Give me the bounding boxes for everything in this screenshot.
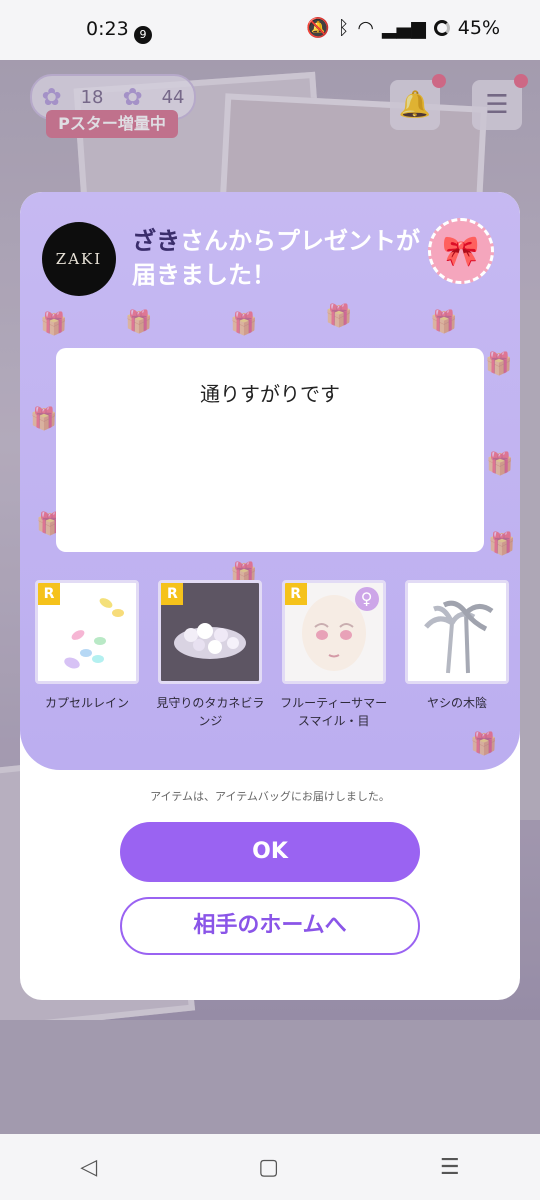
ribbon-bow-icon: 🎀 [428, 218, 494, 284]
gift-item[interactable]: ヤシの木陰 [402, 580, 512, 730]
system-navigation-bar: ◁ ▢ ☰ [0, 1134, 540, 1200]
gift-icon: 🎁 [485, 352, 513, 377]
item-thumbnail[interactable]: R [35, 580, 139, 684]
dialog-title: ざきさんからプレゼントが届きました！ [132, 224, 432, 292]
item-name: 見守りのタカネビランジ [156, 696, 265, 728]
palm-tree-shade-image [407, 583, 506, 681]
visit-home-button[interactable]: 相手のホームへ [120, 897, 420, 955]
bluetooth-icon: ᛒ [337, 16, 350, 39]
gift-icon: 🎁 [40, 312, 68, 337]
gift-icon: 🎁 [430, 310, 458, 335]
wifi-icon: ◠ [357, 16, 374, 39]
recents-icon[interactable]: ☰ [440, 1155, 460, 1180]
item-thumbnail[interactable]: R [158, 580, 263, 684]
gift-item-list: R カプセルレイン R 見守りのタカネビランジ R ♀ フルーティーサマースマイ… [32, 580, 512, 730]
battery-level: 45% [457, 16, 500, 39]
rarity-badge: R [38, 583, 60, 605]
battery-icon [433, 19, 450, 36]
gift-icon: 🎁 [30, 407, 58, 432]
female-icon: ♀ [354, 587, 379, 611]
sender-avatar[interactable]: ZAKI [42, 222, 116, 296]
item-name: カプセルレイン [44, 696, 129, 710]
gift-icon: 🎁 [325, 304, 353, 329]
gift-item[interactable]: R 見守りのタカネビランジ [155, 580, 265, 730]
delivered-note: アイテムは、アイテムバッグにお届けしました。 [150, 790, 390, 803]
item-name: フルーティーサマースマイル・目 [280, 696, 388, 728]
back-icon[interactable]: ◁ [80, 1155, 97, 1180]
rarity-badge: R [161, 583, 184, 605]
item-thumbnail[interactable] [404, 580, 509, 684]
gift-icon: 🎁 [486, 452, 514, 477]
status-icons: 🔕 ᛒ ◠ ▂▄▆ 45% [306, 16, 500, 40]
notification-count-badge: 9 [134, 26, 152, 44]
item-thumbnail[interactable]: R ♀ [281, 580, 386, 684]
present-header-panel: 🎁 🎁 🎁 🎁 🎁 🎁 🎁 🎁 🎁 🎁 🎁 🎁 ZAKI ざきさんからプレゼント… [20, 192, 520, 770]
gift-icon: 🎁 [488, 532, 516, 557]
clock: 0:23 [86, 18, 129, 40]
gift-item[interactable]: R カプセルレイン [32, 580, 142, 730]
signal-icon: ▂▄▆ [381, 16, 426, 39]
gift-icon: 🎁 [470, 732, 498, 757]
gift-message: 通りすがりです [200, 382, 340, 406]
sender-name: ざき [132, 227, 180, 255]
gift-item[interactable]: R ♀ フルーティーサマースマイル・目 [279, 580, 389, 730]
home-icon[interactable]: ▢ [258, 1155, 279, 1180]
present-received-dialog: 🎁 🎁 🎁 🎁 🎁 🎁 🎁 🎁 🎁 🎁 🎁 🎁 ZAKI ざきさんからプレゼント… [20, 192, 520, 1000]
gift-icon: 🎁 [125, 310, 153, 335]
item-name: ヤシの木陰 [426, 696, 487, 710]
gift-icon: 🎁 [230, 312, 258, 337]
mute-icon: 🔕 [306, 17, 330, 39]
rarity-badge: R [284, 583, 307, 605]
gift-message-box: 通りすがりです [56, 348, 484, 552]
background-footer-area [0, 1020, 540, 1134]
ok-button[interactable]: OK [120, 822, 420, 882]
status-bar: 0:23 9 🔕 ᛒ ◠ ▂▄▆ 45% [0, 0, 540, 60]
